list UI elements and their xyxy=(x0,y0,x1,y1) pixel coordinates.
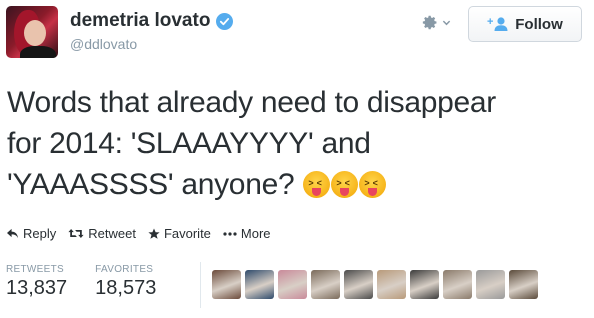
gear-icon xyxy=(422,15,437,30)
favorites-count: 18,573 xyxy=(95,277,157,299)
tweet-stats: RETWEETS 13,837 FAVORITES 18,573 xyxy=(6,264,156,300)
favoriter-avatar[interactable] xyxy=(509,270,538,299)
follow-label: Follow xyxy=(515,15,563,33)
display-name[interactable]: demetria lovato xyxy=(70,10,210,32)
tweet-actions: Reply Retweet Favorite More xyxy=(6,226,271,241)
stats-divider xyxy=(200,262,201,308)
favorite-button[interactable]: Favorite xyxy=(148,226,211,241)
squinting-tongue-emoji-icon: >< xyxy=(303,171,331,198)
retweet-button[interactable]: Retweet xyxy=(68,226,136,241)
retweet-icon xyxy=(68,229,84,238)
star-icon xyxy=(148,228,160,239)
favorites-label: FAVORITES xyxy=(95,264,154,275)
retweets-stat[interactable]: RETWEETS 13,837 xyxy=(6,264,67,300)
verified-badge-icon xyxy=(216,12,234,30)
more-button[interactable]: More xyxy=(223,226,271,241)
favoriter-avatar[interactable] xyxy=(377,270,406,299)
tweet-text-line-3: 'YAAASSSS' anyone? >< >< >< xyxy=(7,164,592,205)
tweet-text: Words that already need to disappear for… xyxy=(7,82,592,205)
settings-menu[interactable] xyxy=(422,14,451,31)
favorite-label: Favorite xyxy=(163,226,211,241)
favoriter-avatar[interactable] xyxy=(476,270,505,299)
more-label: More xyxy=(240,226,271,241)
name-row: demetria lovato xyxy=(70,10,234,32)
avatar-face xyxy=(24,20,46,46)
more-dots-icon xyxy=(223,231,237,236)
favoriter-avatar[interactable] xyxy=(311,270,340,299)
favoriter-avatar[interactable] xyxy=(212,270,241,299)
favoriter-avatar[interactable] xyxy=(278,270,307,299)
reply-button[interactable]: Reply xyxy=(6,226,56,241)
reply-label: Reply xyxy=(23,226,57,241)
favorites-stat[interactable]: FAVORITES 18,573 xyxy=(95,264,156,300)
retweets-count: 13,837 xyxy=(6,277,68,299)
follow-button[interactable]: + Follow xyxy=(468,6,582,42)
tweet-text-line-3-words: 'YAAASSSS' anyone? xyxy=(7,168,295,201)
favoriter-avatar[interactable] xyxy=(344,270,373,299)
avatar-body xyxy=(20,46,56,58)
retweets-label: RETWEETS xyxy=(6,264,64,275)
favoriter-avatar[interactable] xyxy=(245,270,274,299)
favoriter-avatar[interactable] xyxy=(443,270,472,299)
favoriters-list xyxy=(212,270,538,299)
retweet-label: Retweet xyxy=(88,226,136,241)
chevron-down-icon xyxy=(442,20,451,26)
avatar[interactable] xyxy=(6,6,58,58)
svg-text:+: + xyxy=(487,16,493,28)
add-user-icon: + xyxy=(487,16,508,31)
tweet-card: demetria lovato @ddlovato + Follow Words… xyxy=(0,0,594,318)
squinting-tongue-emoji-icon: >< xyxy=(331,171,359,198)
reply-icon xyxy=(7,228,18,239)
favoriter-avatar[interactable] xyxy=(410,270,439,299)
user-handle[interactable]: @ddlovato xyxy=(70,36,137,52)
tweet-text-line-2: for 2014: 'SLAAAYYYY' and xyxy=(7,127,371,160)
tweet-text-line-1: Words that already need to disappear xyxy=(7,86,496,119)
squinting-tongue-emoji-icon: >< xyxy=(359,171,387,198)
